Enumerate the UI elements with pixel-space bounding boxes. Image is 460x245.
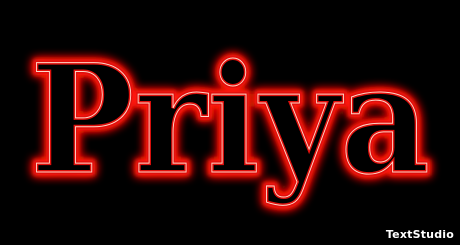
textstudio-watermark: TextStudio	[385, 228, 454, 241]
neon-word-highlight: Priya	[30, 32, 430, 208]
neon-text-canvas: Priya Priya Priya TextStudio	[0, 0, 460, 245]
neon-text-graphic: Priya Priya Priya	[27, 29, 434, 212]
